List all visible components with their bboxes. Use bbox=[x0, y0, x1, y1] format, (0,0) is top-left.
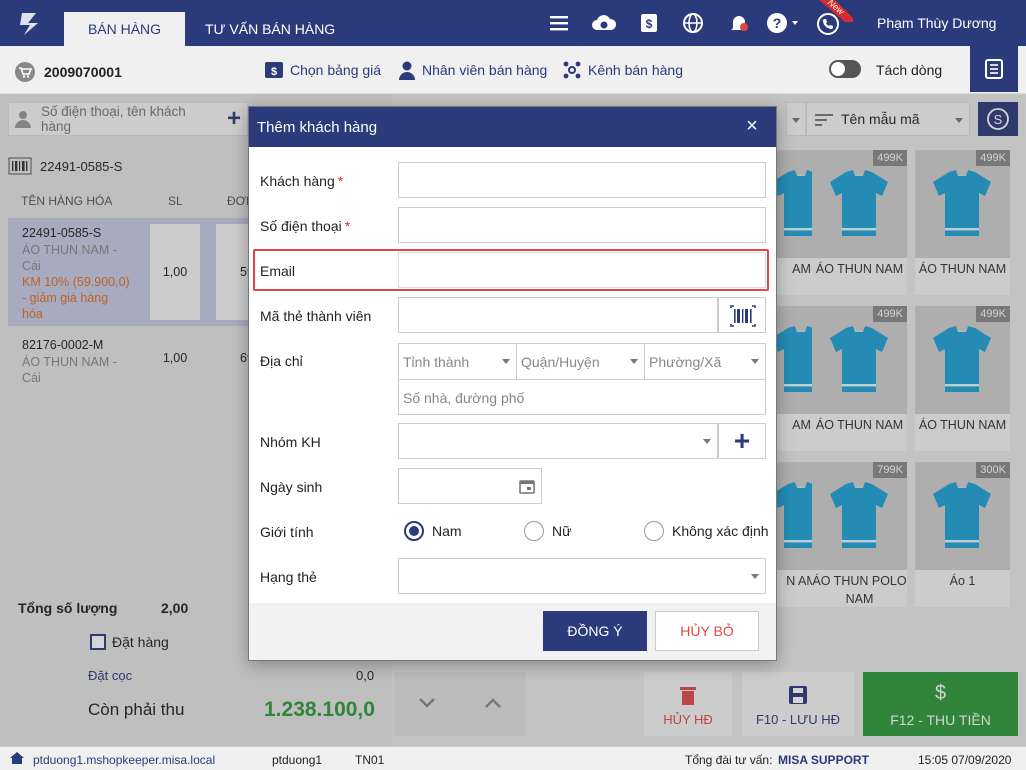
required-mark: * bbox=[337, 173, 344, 189]
dialog-title: Thêm khách hàng bbox=[257, 119, 378, 136]
province-placeholder: Tỉnh thành bbox=[403, 354, 470, 370]
radio-icon[interactable] bbox=[524, 521, 544, 541]
side-panel-button[interactable] bbox=[970, 46, 1018, 92]
cloud-sync-icon[interactable] bbox=[591, 12, 617, 34]
street-input[interactable]: Số nhà, đường phố bbox=[403, 390, 524, 406]
calendar-icon[interactable] bbox=[519, 478, 535, 494]
panel-icon bbox=[985, 59, 1003, 79]
district-placeholder: Quận/Huyện bbox=[521, 354, 600, 370]
customer-name-input[interactable] bbox=[398, 162, 766, 198]
ward-placeholder: Phường/Xã bbox=[649, 354, 722, 370]
domain-link[interactable]: ptduong1.mshopkeeper.misa.local bbox=[33, 753, 215, 767]
gender-option-female[interactable]: Nữ bbox=[524, 521, 571, 541]
gender-label: Giới tính bbox=[260, 524, 314, 540]
birthday-input[interactable] bbox=[398, 468, 542, 504]
required-mark: * bbox=[344, 218, 351, 234]
menu-icon[interactable] bbox=[548, 12, 570, 34]
add-customer-dialog: Thêm khách hàng × Khách hàng * Số điện th… bbox=[248, 106, 777, 661]
notification-bell-icon[interactable] bbox=[728, 12, 750, 34]
price-list-icon: $ bbox=[265, 62, 283, 78]
confirm-button[interactable]: ĐỒNG Ý bbox=[543, 611, 647, 651]
globe-icon[interactable] bbox=[682, 12, 704, 34]
radio-selected-icon[interactable] bbox=[404, 521, 424, 541]
sales-channel-label: Kênh bán hàng bbox=[588, 62, 683, 78]
chevron-down-icon bbox=[751, 359, 759, 364]
svg-text:$: $ bbox=[271, 66, 277, 78]
order-number-value: 2009070001 bbox=[44, 64, 122, 80]
cancel-button[interactable]: HỦY BỎ bbox=[655, 611, 759, 651]
price-list-button[interactable]: $ Chọn bảng giá bbox=[264, 60, 381, 80]
tab-sales-consulting[interactable]: TƯ VẤN BÁN HÀNG bbox=[205, 12, 335, 46]
help-icon[interactable]: ? bbox=[766, 12, 802, 34]
dialog-footer: ĐỒNG Ý HỦY BỎ bbox=[249, 603, 776, 660]
scan-barcode-button[interactable] bbox=[718, 297, 766, 333]
address-group: Tỉnh thành Quận/Huyện Phường/Xã Số nhà, … bbox=[398, 343, 766, 415]
channel-network-icon bbox=[563, 61, 581, 79]
close-icon[interactable]: × bbox=[743, 116, 761, 136]
svg-text:$: $ bbox=[646, 17, 653, 31]
home-icon bbox=[10, 752, 24, 764]
hotline-value[interactable]: MISA SUPPORT bbox=[778, 753, 869, 767]
chevron-down-icon bbox=[630, 359, 638, 364]
new-badge: New bbox=[815, 0, 853, 22]
login-user: ptduong1 bbox=[272, 753, 323, 767]
dialog-header: Thêm khách hàng × bbox=[249, 107, 776, 147]
province-select[interactable]: Tỉnh thành bbox=[399, 344, 517, 380]
tab-sales[interactable]: BÁN HÀNG bbox=[64, 12, 185, 46]
phone-label: Số điện thoại * bbox=[260, 218, 350, 234]
radio-icon[interactable] bbox=[644, 521, 664, 541]
hotline-label: Tổng đài tư vấn: bbox=[685, 753, 773, 767]
date-time: 15:05 07/09/2020 bbox=[918, 753, 1012, 767]
receipt-icon[interactable]: $ bbox=[638, 12, 660, 34]
customer-name-label: Khách hàng * bbox=[260, 173, 343, 189]
customer-group-label: Nhóm KH bbox=[260, 434, 321, 450]
staff-icon bbox=[399, 61, 415, 80]
email-highlight-frame bbox=[253, 249, 769, 291]
gender-option-label: Nữ bbox=[552, 523, 572, 539]
cart-icon bbox=[15, 62, 35, 82]
address-label: Địa chỉ bbox=[260, 353, 303, 369]
member-card-label: Mã thẻ thành viên bbox=[260, 308, 372, 324]
add-group-button[interactable]: + bbox=[718, 423, 766, 459]
barcode-scan-icon bbox=[730, 305, 756, 327]
app-logo-icon bbox=[20, 13, 38, 35]
branch-code: TN01 bbox=[355, 753, 385, 767]
customer-name-label-text: Khách hàng bbox=[260, 173, 335, 189]
member-card-input[interactable] bbox=[398, 297, 718, 333]
chevron-down-icon bbox=[751, 574, 759, 579]
card-rank-label: Hạng thẻ bbox=[260, 569, 317, 585]
sales-staff-button[interactable]: Nhân viên bán hàng bbox=[398, 60, 547, 80]
birthday-label: Ngày sinh bbox=[260, 479, 323, 495]
district-select[interactable]: Quận/Huyện bbox=[517, 344, 645, 380]
chevron-down-icon bbox=[502, 359, 510, 364]
gender-option-male[interactable]: Nam bbox=[404, 521, 462, 541]
user-name[interactable]: Phạm Thùy Dương bbox=[877, 15, 996, 31]
phone-label-text: Số điện thoại bbox=[260, 218, 342, 234]
gender-option-unknown[interactable]: Không xác định bbox=[644, 521, 769, 541]
top-bar: BÁN HÀNG TƯ VẤN BÁN HÀNG $ ? New Phạm Th… bbox=[0, 0, 1026, 46]
phone-input[interactable] bbox=[398, 207, 766, 243]
price-list-label: Chọn bảng giá bbox=[290, 62, 382, 78]
split-line-label: Tách dòng bbox=[876, 62, 943, 78]
status-bar: ptduong1.mshopkeeper.misa.local ptduong1… bbox=[0, 746, 1026, 770]
order-number: 2009070001 bbox=[14, 61, 122, 83]
gender-option-label: Không xác định bbox=[672, 523, 769, 539]
chevron-down-icon bbox=[703, 439, 711, 444]
sales-staff-label: Nhân viên bán hàng bbox=[422, 62, 548, 78]
card-rank-select[interactable] bbox=[398, 558, 766, 594]
svg-text:?: ? bbox=[773, 15, 782, 31]
gender-option-label: Nam bbox=[432, 523, 462, 539]
split-line-toggle[interactable] bbox=[829, 60, 861, 78]
customer-group-select[interactable] bbox=[398, 423, 718, 459]
sales-channel-button[interactable]: Kênh bán hàng bbox=[562, 60, 683, 80]
ward-select[interactable]: Phường/Xã bbox=[645, 344, 765, 380]
order-toolbar: 2009070001 $ Chọn bảng giá Nhân viên bán… bbox=[0, 46, 1026, 94]
